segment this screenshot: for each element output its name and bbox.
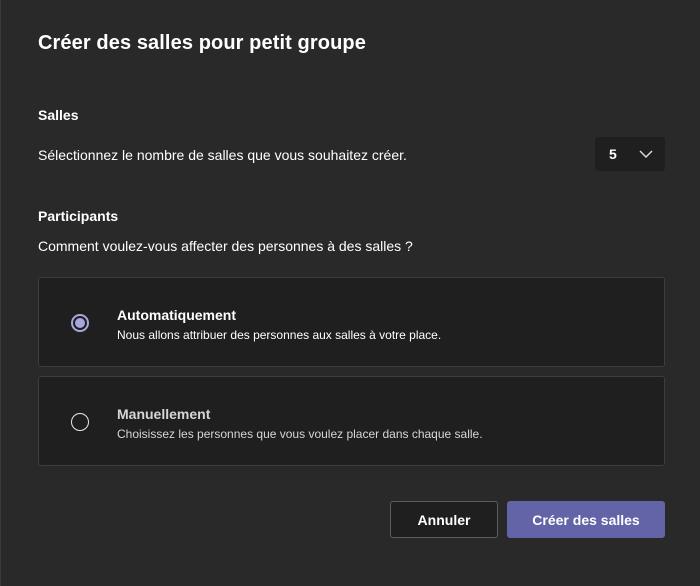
- option-automatic-title: Automatiquement: [117, 307, 236, 323]
- option-manual[interactable]: Manuellement Choisissez les personnes qu…: [38, 376, 665, 466]
- radio-selected-dot-icon: [75, 318, 85, 328]
- rooms-description: Sélectionnez le nombre de salles que vou…: [38, 147, 407, 163]
- option-manual-description: Choisissez les personnes que vous voulez…: [117, 427, 483, 441]
- option-automatic-description: Nous allons attribuer des personnes aux …: [117, 328, 442, 342]
- option-manual-title: Manuellement: [117, 406, 211, 422]
- create-rooms-button[interactable]: Créer des salles: [507, 501, 665, 538]
- participants-heading: Participants: [38, 208, 119, 224]
- room-count-dropdown[interactable]: 5: [595, 137, 665, 171]
- option-automatic[interactable]: Automatiquement Nous allons attribuer de…: [38, 277, 665, 367]
- radio-automatic[interactable]: [71, 314, 89, 332]
- rooms-heading: Salles: [38, 107, 79, 123]
- cancel-button[interactable]: Annuler: [390, 501, 498, 538]
- breakout-rooms-dialog: Créer des salles pour petit groupe Salle…: [0, 0, 700, 586]
- dialog-title: Créer des salles pour petit groupe: [38, 32, 366, 54]
- participants-question: Comment voulez-vous affecter des personn…: [38, 238, 413, 254]
- radio-manual[interactable]: [71, 413, 89, 431]
- room-count-value: 5: [609, 146, 617, 162]
- chevron-down-icon: [638, 147, 654, 161]
